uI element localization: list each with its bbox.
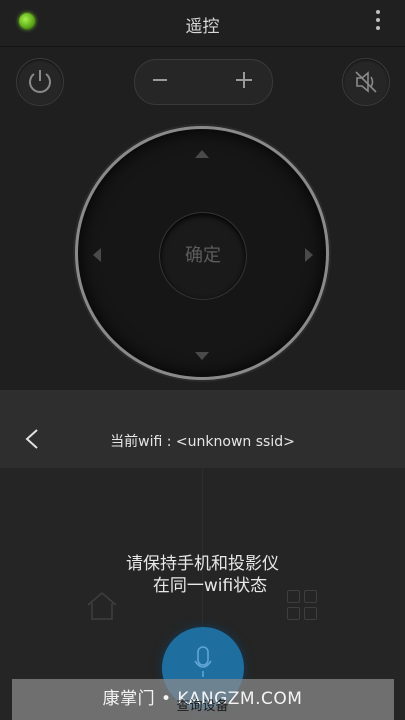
current-wifi-label: 当前wifi : <unknown ssid> [110, 434, 295, 450]
mute-icon [355, 71, 377, 93]
more-options-icon[interactable] [375, 10, 381, 34]
right-arrow-button[interactable] [305, 248, 313, 262]
wifi-hint-message: 请保持手机和投影仪 在同一wifi状态 [0, 553, 405, 597]
up-arrow-button[interactable] [195, 150, 209, 158]
power-icon [29, 70, 51, 93]
volume-control [134, 59, 273, 105]
volume-up-icon [243, 72, 245, 88]
panel-header: 当前wifi : <unknown ssid> [0, 390, 405, 469]
title-bar: 遥控 [0, 0, 405, 47]
volume-down-button[interactable] [153, 79, 167, 81]
page-title: 遥控 [185, 17, 220, 37]
left-arrow-button[interactable] [93, 248, 101, 262]
hint-line-2: 在同一wifi状态 [152, 576, 268, 596]
power-button[interactable] [16, 58, 64, 106]
mute-button[interactable] [342, 58, 390, 106]
down-arrow-button[interactable] [195, 352, 209, 360]
hint-line-1: 请保持手机和投影仪 [126, 554, 279, 574]
ok-button[interactable]: 确定 [159, 212, 247, 300]
search-device-button[interactable]: 查询设备 [0, 695, 405, 714]
microphone-icon [194, 646, 212, 677]
